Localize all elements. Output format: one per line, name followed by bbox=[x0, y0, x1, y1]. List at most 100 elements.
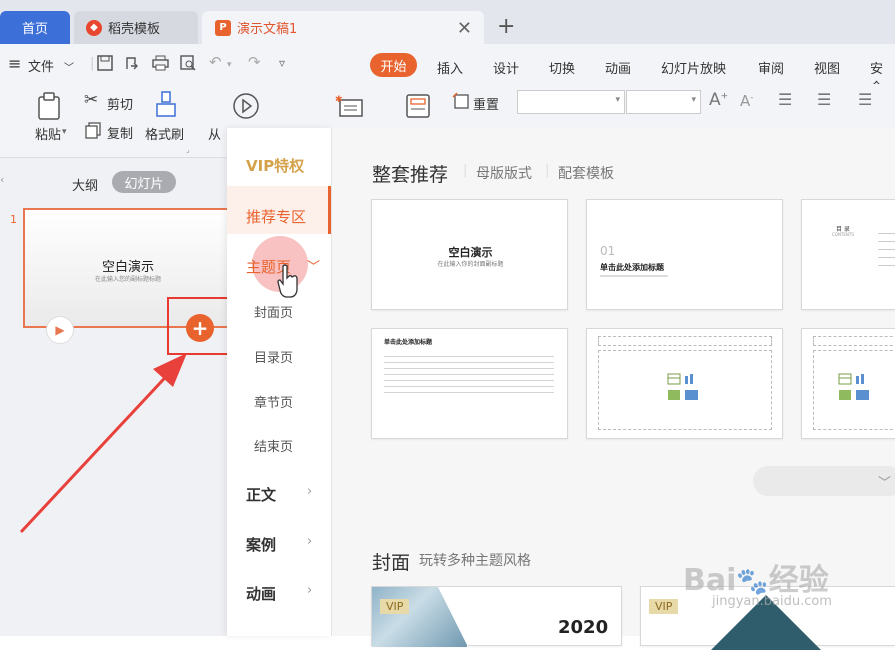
placeholder-title bbox=[598, 336, 772, 346]
menu-cases[interactable]: 案例 bbox=[246, 534, 276, 555]
template-card-blank[interactable]: 空白演示 在此输入你的封面副标题 bbox=[371, 199, 568, 310]
menu-transition[interactable]: 切换 bbox=[549, 58, 575, 77]
menu-design[interactable]: 设计 bbox=[493, 58, 519, 77]
menu-slideshow[interactable]: 幻灯片放映 bbox=[661, 58, 726, 77]
new-slide-icon[interactable]: ✱ bbox=[335, 94, 363, 118]
from-start-label[interactable]: 从 bbox=[208, 124, 221, 143]
template-card-placeholder-2[interactable] bbox=[801, 328, 895, 439]
cut-icon[interactable]: ✂ bbox=[84, 90, 98, 110]
tab-home-label: 首页 bbox=[21, 22, 48, 37]
menu-chapter[interactable]: 章节页 bbox=[254, 392, 293, 411]
paste-label[interactable]: 粘贴 bbox=[35, 124, 61, 143]
menu-toc[interactable]: 目录页 bbox=[254, 347, 293, 366]
tab-home[interactable]: 首页 bbox=[0, 11, 70, 44]
add-tab-icon[interactable]: + bbox=[497, 14, 515, 39]
tab-document-label: 演示文稿1 bbox=[237, 22, 298, 37]
play-slide-button[interactable]: ▶ bbox=[46, 316, 74, 344]
menu-animation[interactable]: 动画 bbox=[246, 583, 276, 604]
menu-view[interactable]: 视图 bbox=[814, 58, 840, 77]
file-menu[interactable]: 文件 bbox=[28, 56, 54, 75]
section-title: 整套推荐 bbox=[372, 164, 449, 186]
reset-icon[interactable] bbox=[452, 92, 470, 110]
tab-master[interactable]: 母版版式 bbox=[476, 163, 532, 183]
add-slide-button[interactable]: + bbox=[186, 314, 214, 342]
watermark-brand2: 经验 bbox=[768, 563, 829, 598]
menu-recommended[interactable]: 推荐专区 bbox=[246, 206, 306, 227]
copy-label[interactable]: 复制 bbox=[107, 123, 133, 142]
paste-icon[interactable] bbox=[37, 92, 63, 120]
expand-more-button[interactable]: ﹀ bbox=[753, 466, 895, 496]
svg-text:✱: ✱ bbox=[335, 95, 343, 105]
divider: | bbox=[463, 163, 468, 178]
cover-section-title: 封面 bbox=[372, 552, 411, 574]
menu-animation[interactable]: 动画 bbox=[605, 58, 631, 77]
card-number: 01 bbox=[600, 244, 616, 258]
close-icon[interactable]: ✕ bbox=[457, 18, 472, 39]
menu-vip[interactable]: VIP特权 bbox=[246, 155, 304, 176]
increase-font-icon[interactable]: A+ bbox=[709, 90, 728, 110]
template-card-content[interactable]: 单击此处添加标题 bbox=[371, 328, 568, 439]
play-from-start-icon[interactable] bbox=[232, 92, 260, 120]
cover-section-subtitle: 玩转多种主题风格 bbox=[419, 553, 531, 569]
font-size-select[interactable]: ▾ bbox=[626, 90, 701, 114]
card-toc-lines bbox=[878, 226, 895, 270]
template-card-title[interactable]: 01 单击此处添加标题 bbox=[586, 199, 783, 310]
undo-icon[interactable]: ↶ bbox=[209, 53, 222, 71]
template-card-placeholder[interactable] bbox=[586, 328, 783, 439]
indent-icon[interactable]: ☰ bbox=[858, 90, 872, 109]
presentation-logo-icon: P bbox=[215, 19, 231, 36]
vip-badge: VIP bbox=[649, 599, 679, 614]
numbered-list-icon[interactable]: ☰ bbox=[817, 90, 831, 109]
slide-subtitle: 在此输入您的副标题标题 bbox=[94, 276, 161, 283]
customize-icon[interactable]: ▿ bbox=[279, 56, 285, 70]
print-icon[interactable] bbox=[152, 55, 169, 71]
tab-bar: 首页 ◆ 稻壳模板 P 演示文稿1 ✕ + bbox=[0, 0, 895, 44]
active-indicator bbox=[328, 186, 331, 234]
chevron-down-icon[interactable]: ﹀ bbox=[64, 59, 74, 74]
watermark-url: jingyan.baidu.com bbox=[712, 594, 832, 609]
chevron-right-icon[interactable]: › bbox=[307, 534, 312, 549]
format-painter-icon[interactable] bbox=[155, 90, 177, 118]
tab-templates[interactable]: ◆ 稻壳模板 bbox=[74, 11, 198, 44]
tab-slides[interactable]: 幻灯片 bbox=[112, 171, 176, 193]
hamburger-icon[interactable]: ≡ bbox=[8, 54, 21, 73]
chevron-down-icon[interactable]: ﹀ bbox=[307, 256, 320, 275]
menu-cover[interactable]: 封面页 bbox=[254, 302, 293, 321]
cut-label[interactable]: 剪切 bbox=[107, 94, 133, 113]
chevron-down-icon[interactable]: ▾ bbox=[62, 127, 67, 137]
reset-label[interactable]: 重置 bbox=[473, 94, 499, 113]
print-preview-icon[interactable] bbox=[180, 55, 197, 71]
insert-content-icons bbox=[838, 373, 869, 400]
tab-document[interactable]: P 演示文稿1 ✕ bbox=[202, 11, 484, 44]
vip-badge: VIP bbox=[380, 599, 410, 614]
layout-icon[interactable] bbox=[406, 94, 430, 118]
expand-icon[interactable]: ⌟ bbox=[186, 145, 190, 154]
format-painter-label[interactable]: 格式刷 bbox=[145, 124, 184, 143]
decrease-font-icon[interactable]: A- bbox=[740, 92, 754, 110]
chevron-right-icon[interactable]: › bbox=[307, 583, 312, 598]
save-icon[interactable] bbox=[97, 55, 113, 71]
menu-ending[interactable]: 结束页 bbox=[254, 436, 293, 455]
tab-matching[interactable]: 配套模板 bbox=[558, 163, 614, 183]
redo-icon[interactable]: ↷ bbox=[248, 53, 261, 71]
menu-start[interactable]: 开始 bbox=[370, 53, 417, 77]
copy-icon[interactable] bbox=[85, 122, 101, 139]
template-card-toc[interactable]: 目 录 CONTENTS bbox=[801, 199, 895, 310]
font-name-select[interactable]: ▾ bbox=[517, 90, 625, 114]
chevron-down-icon[interactable]: ▾ bbox=[227, 60, 232, 70]
card-title: 单击此处添加标题 bbox=[600, 263, 664, 272]
collapse-icon[interactable]: ‹ bbox=[0, 173, 4, 186]
cover-template-card-1[interactable]: VIP 2020 bbox=[371, 586, 622, 647]
menu-review[interactable]: 审阅 bbox=[758, 58, 784, 77]
bullet-list-icon[interactable]: ☰ bbox=[778, 90, 792, 109]
menu-body[interactable]: 正文 bbox=[246, 484, 276, 505]
chevron-right-icon[interactable]: › bbox=[307, 484, 312, 499]
baidu-watermark: Bai🐾经验 bbox=[683, 555, 829, 599]
play-icon: ▶ bbox=[55, 323, 65, 337]
share-icon[interactable] bbox=[124, 55, 140, 71]
placeholder-title bbox=[813, 336, 895, 346]
tab-outline[interactable]: 大纲 bbox=[72, 175, 98, 194]
menu-insert[interactable]: 插入 bbox=[437, 58, 463, 77]
docer-logo-icon: ◆ bbox=[86, 19, 102, 36]
watermark-brand: Bai bbox=[683, 563, 737, 598]
